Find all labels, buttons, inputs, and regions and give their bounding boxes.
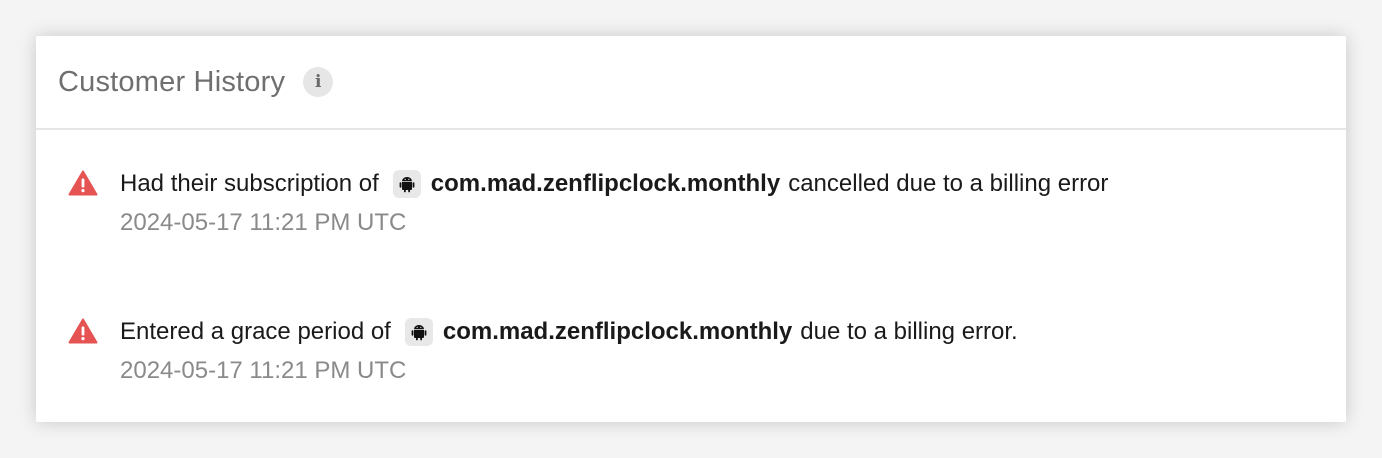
android-icon [392,170,421,198]
warning-triangle-icon [68,170,98,196]
event-timestamp: 2024-05-17 11:21 PM UTC [120,357,407,384]
event-suffix: cancelled due to a billing error [788,170,1109,197]
event-timestamp: 2024-05-17 11:21 PM UTC [120,209,407,236]
event-body: Entered a grace period of com.mad.zenfli… [120,316,1018,386]
event-prefix: Entered a grace period of [120,318,391,345]
customer-history-card: Customer History i Had their subscriptio… [36,36,1346,422]
event-body: Had their subscription of com.mad.zenfli… [120,168,1108,238]
product-id[interactable]: com.mad.zenflipclock.monthly [443,316,792,348]
event-prefix: Had their subscription of [120,170,379,197]
info-icon[interactable]: i [303,67,334,97]
event-description: Had their subscription of com.mad.zenfli… [120,168,1108,200]
event-suffix: due to a billing error. [800,318,1018,345]
event-item: Entered a grace period of com.mad.zenfli… [36,316,1346,422]
event-list: Had their subscription of com.mad.zenfli… [36,130,1346,422]
event-description: Entered a grace period of com.mad.zenfli… [120,316,1018,348]
event-item: Had their subscription of com.mad.zenfli… [36,168,1346,316]
warning-triangle-icon [68,318,98,344]
card-title: Customer History [58,65,286,98]
android-icon [404,318,433,346]
product-id[interactable]: com.mad.zenflipclock.monthly [431,168,780,200]
card-header: Customer History i [36,36,1346,130]
